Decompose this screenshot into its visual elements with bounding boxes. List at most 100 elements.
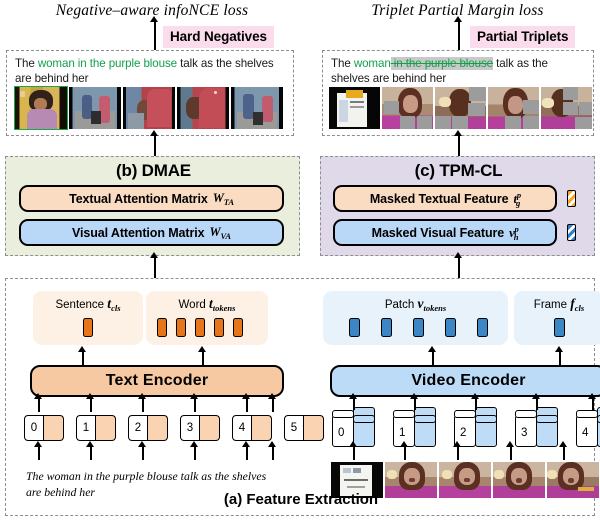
arrow-head-framestack-up — [471, 393, 479, 399]
figure-caption: (a) Feature Extraction — [223, 491, 379, 508]
patch-token-row — [349, 318, 488, 337]
sentence-label: Sentence — [55, 299, 105, 311]
badge-partial-triplets: Partial Triplets — [470, 26, 576, 48]
mask-square — [563, 102, 578, 115]
arrow-head-framestack-up — [532, 393, 540, 399]
arrow-head-trip-to-loss — [454, 16, 462, 22]
word-block[interactable]: 3 — [180, 415, 220, 441]
w-va-symbol: WVA — [209, 224, 231, 241]
patch-group-label: Patch vtokens — [323, 296, 508, 313]
word-block[interactable]: 5 — [284, 415, 324, 441]
arrow-head-a-to-c — [454, 252, 462, 258]
arrow-line-c-to-trip — [458, 136, 460, 156]
frame-thumbnail[interactable] — [231, 87, 283, 129]
mask-square — [400, 116, 415, 129]
frame-index: 0 — [338, 427, 345, 439]
arrow-head-neg-to-loss — [150, 16, 158, 22]
mask-square — [579, 102, 592, 115]
partial-triplets-frame-strip — [329, 87, 592, 129]
word-token — [214, 318, 224, 337]
sentence-feature-group: Sentence tcls — [33, 291, 143, 345]
frame-thumbnail[interactable] — [541, 87, 592, 129]
t-tokens-symbol: ttokens — [209, 296, 236, 313]
word-embedding — [200, 415, 220, 441]
frame-index: 3 — [521, 427, 528, 439]
textual-attention-matrix-pill[interactable]: Textual Attention Matrix WTA — [19, 185, 284, 212]
frame-thumbnail[interactable] — [14, 86, 68, 130]
word-index: 0 — [24, 415, 44, 441]
hard-negatives-frame-strip — [14, 86, 283, 130]
arrow-head-sentence-to-block — [268, 441, 276, 447]
w-ta-symbol: WTA — [212, 190, 234, 207]
mask-square — [469, 87, 486, 101]
frame-thumbnail[interactable] — [329, 87, 380, 129]
arrow-line-textenc-to-sentence — [82, 351, 84, 365]
masked-visual-feature-pill[interactable]: Masked Visual Feature vph — [333, 219, 557, 246]
arrow-line-videoframe-up — [457, 446, 459, 460]
frame-thumbnail[interactable] — [382, 87, 433, 129]
patch-feature-group: Patch vtokens — [323, 291, 508, 345]
arrow-line-wordblock-up — [246, 398, 248, 412]
hard-negatives-caption: The woman in the purple blouse talk as t… — [15, 56, 287, 86]
word-feature-group: Word ttokens — [146, 291, 268, 345]
arrow-head-framestack-up — [588, 393, 596, 399]
arrow-head-wordblock-up — [86, 393, 94, 399]
arrow-head-textenc-to-word — [198, 346, 206, 352]
f-cls-symbol: fcls — [570, 296, 585, 313]
partial-triplets-caption: The woman in the purple blouse talk as t… — [331, 56, 587, 86]
word-block[interactable]: 0 — [24, 415, 64, 441]
visual-attention-matrix-label: Visual Attention Matrix — [72, 225, 205, 240]
arrow-line-wordblock-up — [38, 398, 40, 412]
arrow-line-videoframe-up — [404, 446, 406, 460]
frame-thumbnail[interactable] — [435, 87, 486, 129]
mask-square — [563, 87, 578, 100]
hard-negatives-panel: The woman in the purple blouse talk as t… — [6, 50, 294, 136]
arrow-line-sentence-to-block — [38, 446, 40, 460]
frame-block[interactable]: 3 — [515, 407, 558, 447]
arrow-line-sentence-to-block — [272, 446, 274, 460]
caption-prefix: The — [15, 57, 38, 70]
frame-thumbnail[interactable] — [69, 87, 121, 129]
arrow-line-textenc-to-word — [202, 351, 204, 365]
module-tpmcl-title: (c) TPM-CL — [414, 161, 503, 180]
arrow-line-wordblock-up — [142, 398, 144, 412]
word-index: 5 — [284, 415, 304, 441]
orange-striped-token-icon — [567, 190, 576, 207]
word-group-label: Word ttokens — [146, 296, 268, 313]
patch-token — [413, 318, 424, 337]
frame-label: Frame — [533, 299, 568, 311]
video-encoder[interactable]: Video Encoder — [330, 365, 600, 397]
arrow-line-a-to-b — [154, 258, 156, 278]
frame-feature-group: Frame fcls — [514, 291, 600, 345]
visual-attention-matrix-pill[interactable]: Visual Attention Matrix WVA — [19, 219, 284, 246]
module-dmae-title: (b) DMAE — [116, 161, 191, 180]
arrow-head-wordblock-up — [34, 393, 42, 399]
frame-thumbnail[interactable] — [488, 87, 539, 129]
frame-block[interactable]: 4 — [576, 407, 600, 447]
arrow-head-wordblock-up — [268, 393, 276, 399]
frame-thumbnail[interactable] — [177, 87, 229, 129]
arrow-line-a-to-c — [458, 258, 460, 278]
arrow-head-framestack-up — [349, 393, 357, 399]
mask-square — [435, 116, 451, 129]
word-block[interactable]: 1 — [76, 415, 116, 441]
mask-square — [468, 103, 485, 116]
t-cls-symbol: tcls — [107, 296, 121, 313]
word-block[interactable]: 2 — [128, 415, 168, 441]
word-index: 2 — [128, 415, 148, 441]
word-token — [157, 318, 167, 337]
arrow-head-sentence-to-block — [242, 441, 250, 447]
arrow-line-videnc-to-frame — [559, 351, 561, 365]
arrow-head-b-to-neg — [150, 130, 158, 136]
arrow-head-videoframe-up — [559, 441, 567, 447]
arrow-head-wordblock-up — [190, 393, 198, 399]
word-block[interactable]: 4 — [232, 415, 272, 441]
frame-thumbnail[interactable] — [123, 87, 175, 129]
arrow-line-framestack-up — [353, 398, 355, 410]
masked-textual-feature-pill[interactable]: Masked Textual Feature tpg — [333, 185, 557, 212]
caption-prefix: The — [331, 57, 354, 70]
frame-group-label: Frame fcls — [514, 296, 600, 313]
word-embedding — [148, 415, 168, 441]
arrow-line-wordblock-up — [272, 398, 274, 412]
caption-struck: in the purple blouse — [390, 57, 494, 70]
